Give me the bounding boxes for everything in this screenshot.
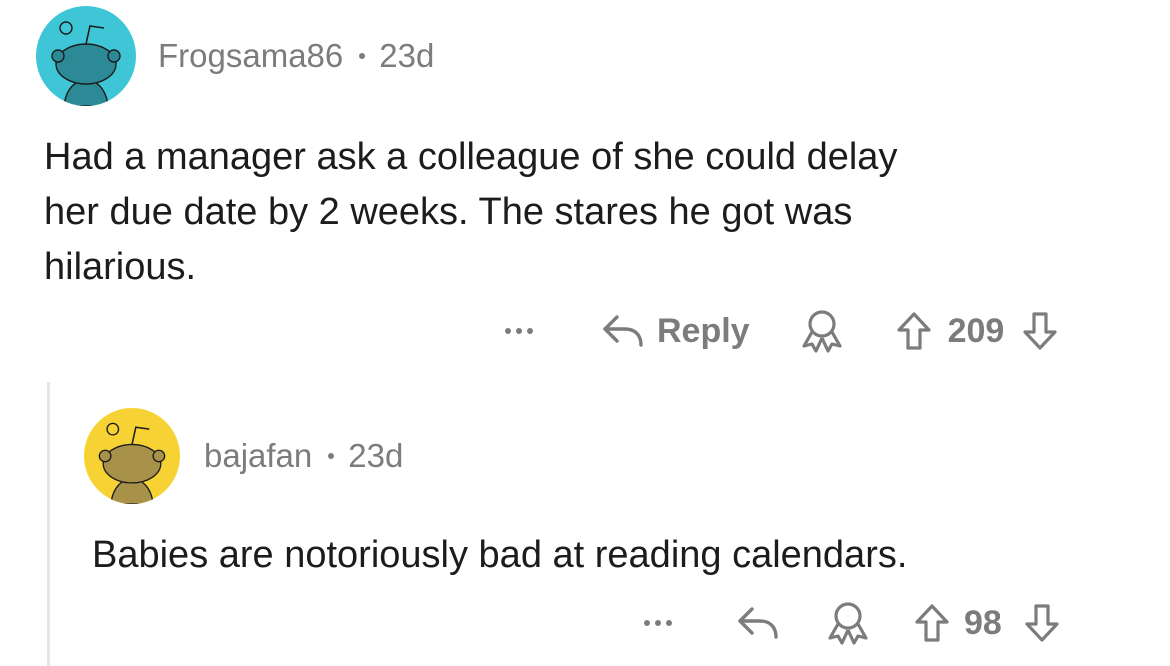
reply-button[interactable] — [736, 603, 782, 643]
comment-body-line: her due date by 2 weeks. The stares he g… — [44, 191, 853, 233]
comment-body-line: hilarious. — [44, 246, 197, 288]
ellipsis-icon[interactable] — [505, 328, 541, 334]
ellipsis-icon[interactable] — [644, 620, 680, 626]
vote-score: 209 — [947, 311, 1005, 350]
downvote-button[interactable] — [1022, 311, 1058, 351]
downvote-button[interactable] — [1024, 603, 1060, 643]
comment-meta: Frogsama86 23d — [158, 34, 434, 78]
timestamp: 23d — [379, 37, 435, 74]
username[interactable]: bajafan — [204, 437, 312, 475]
separator-dot — [328, 453, 335, 459]
downvote-arrow-icon — [1023, 312, 1057, 350]
award-icon — [828, 602, 868, 645]
snoo-avatar-icon — [84, 408, 180, 504]
award-button[interactable] — [798, 308, 846, 354]
vote-score: 98 — [964, 603, 1002, 642]
comment-body: Had a manager ask a colleague of she cou… — [44, 130, 897, 295]
upvote-arrow-icon — [896, 312, 931, 350]
upvote-arrow-icon — [915, 604, 949, 642]
downvote-arrow-icon — [1025, 604, 1059, 642]
award-button[interactable] — [824, 600, 872, 646]
avatar[interactable] — [36, 6, 136, 106]
comment-body-line: Had a manager ask a colleague of she cou… — [44, 136, 898, 178]
reply-button[interactable]: Reply — [601, 311, 750, 351]
comment-body-line: Babies are notoriously bad at reading ca… — [92, 534, 908, 576]
comment-body: Babies are notoriously bad at reading ca… — [92, 528, 907, 583]
upvote-button[interactable] — [914, 603, 950, 643]
comment-meta: bajafan 23d — [204, 434, 403, 478]
comment-actions: Reply 209 — [505, 308, 1058, 354]
reply-arrow-icon — [738, 607, 778, 639]
award-icon — [801, 310, 842, 353]
username[interactable]: Frogsama86 — [158, 37, 343, 75]
upvote-button[interactable] — [896, 311, 932, 351]
avatar[interactable] — [84, 408, 180, 504]
thread-line[interactable] — [47, 382, 50, 666]
comment-actions: 98 — [644, 600, 1060, 646]
reply-arrow-icon — [603, 315, 643, 347]
reply-label: Reply — [657, 311, 750, 350]
timestamp: 23d — [348, 437, 404, 474]
snoo-avatar-icon — [36, 6, 136, 106]
separator-dot — [359, 53, 366, 59]
